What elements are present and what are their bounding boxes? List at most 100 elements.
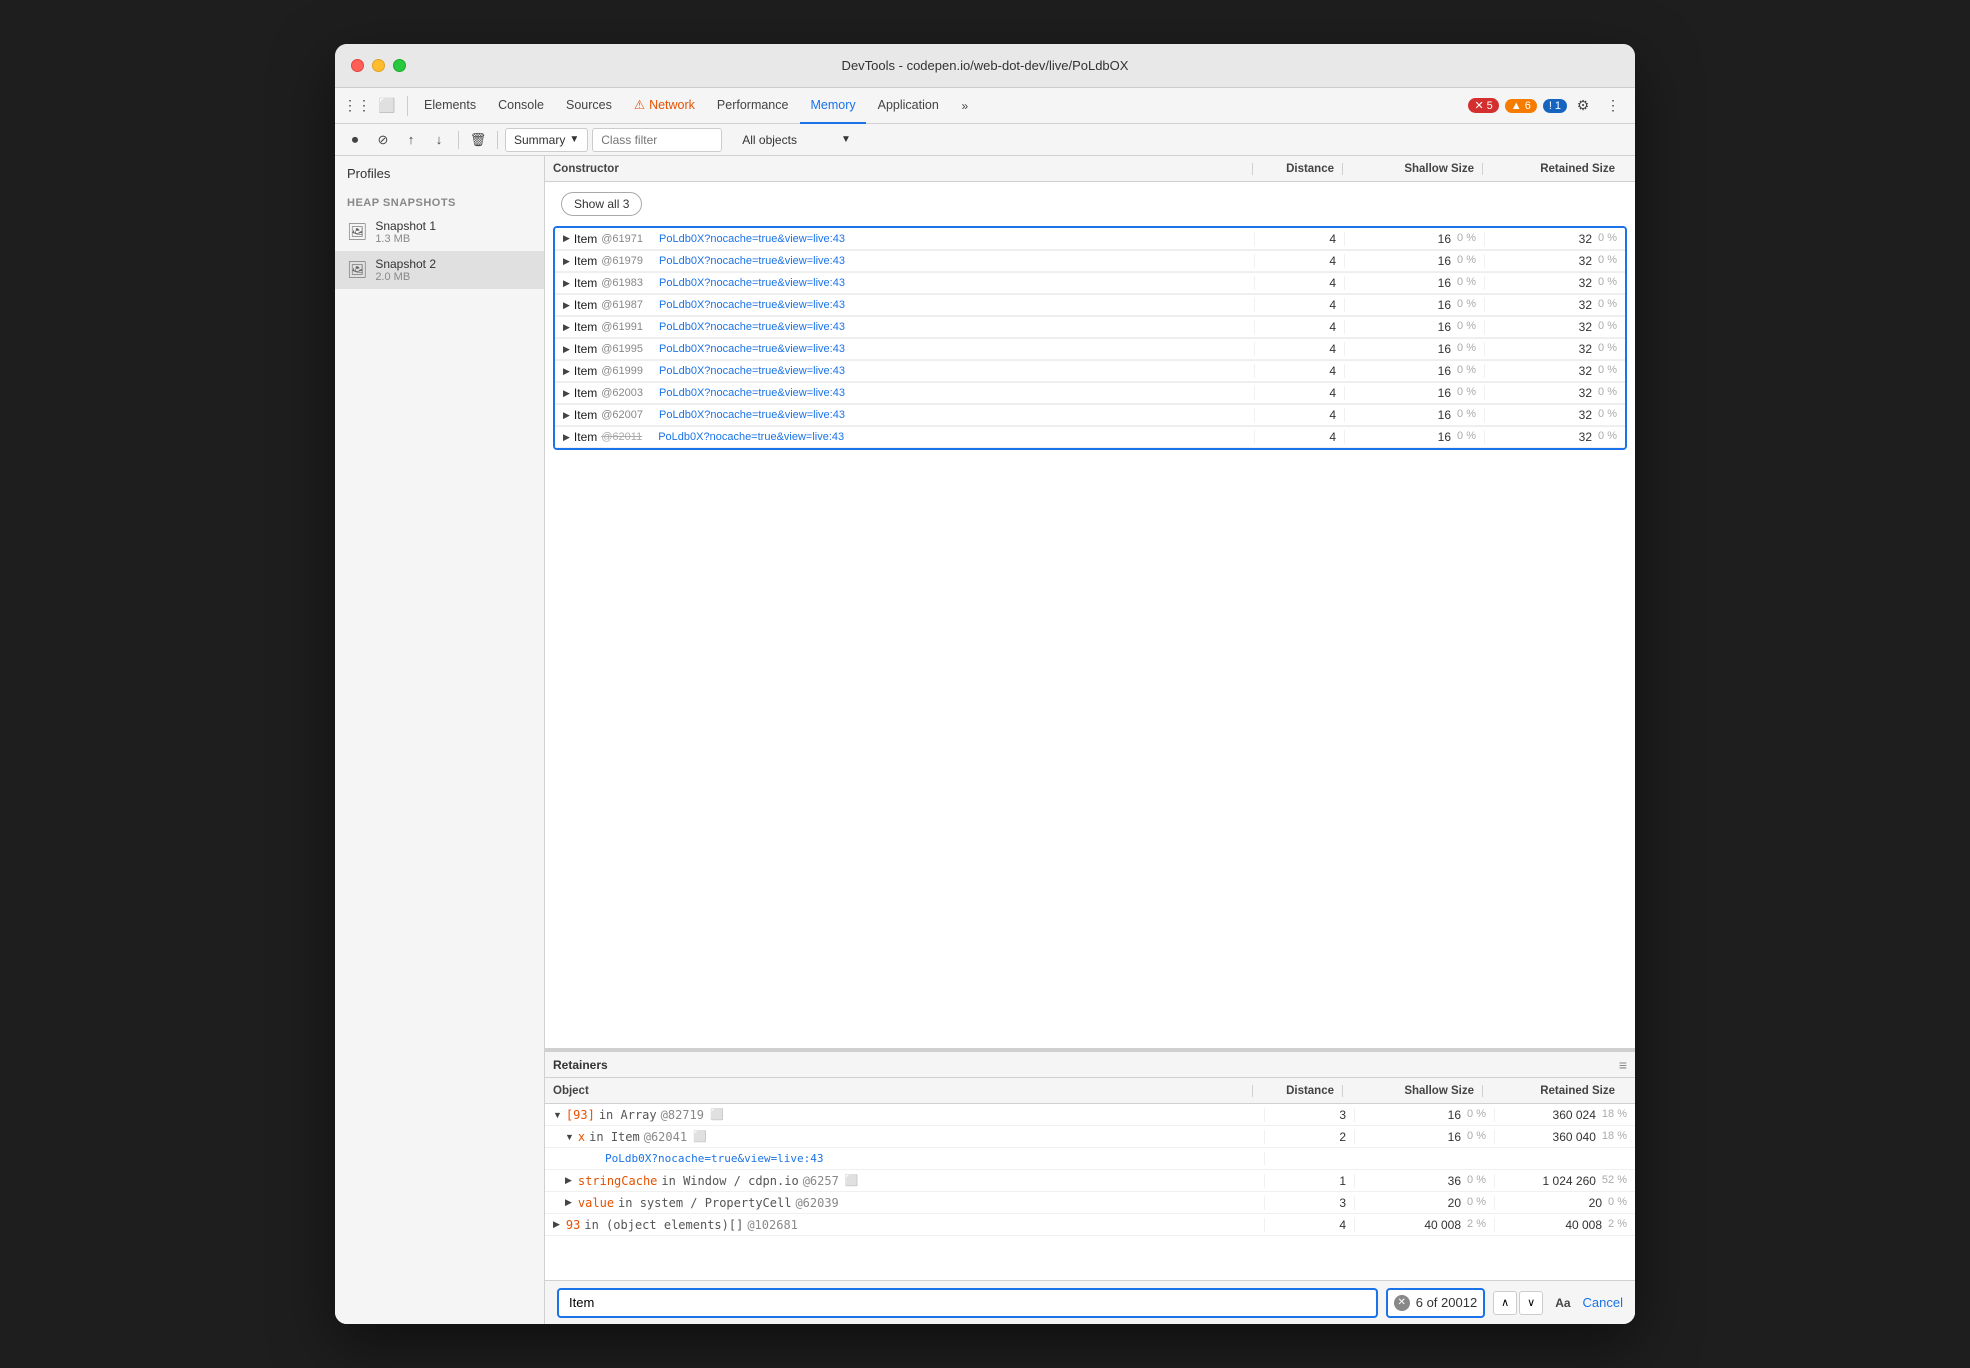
item-link[interactable]: PoLdb0X?nocache=true&view=live:43: [659, 343, 845, 355]
delete-button[interactable]: 🗑: [466, 128, 490, 152]
clear-search-button[interactable]: ✕: [1394, 1295, 1410, 1311]
table-row[interactable]: ▶ Item @62003 PoLdb0X?nocache=true&view=…: [555, 382, 1625, 404]
summary-dropdown[interactable]: Summary ▼: [505, 128, 588, 152]
expand-icon[interactable]: ▶: [563, 256, 570, 267]
row-constructor-cell: ▶ Item @62011 PoLdb0X?nocache=true&view=…: [555, 430, 1255, 444]
retainers-table-header: Object Distance Shallow Size Retained Si…: [545, 1078, 1635, 1104]
maximize-button[interactable]: [393, 59, 406, 72]
show-all-button[interactable]: Show all 3: [561, 192, 642, 216]
item-id: @61979: [601, 255, 643, 267]
cursor-icon[interactable]: ⋮⋮: [343, 92, 371, 120]
retainer-row[interactable]: ▶ value in system / PropertyCell @62039 …: [545, 1192, 1635, 1214]
item-link[interactable]: PoLdb0X?nocache=true&view=live:43: [659, 409, 845, 421]
item-label: Item: [574, 430, 597, 444]
item-link[interactable]: PoLdb0X?nocache=true&view=live:43: [659, 277, 845, 289]
expand-icon[interactable]: ▼: [553, 1110, 562, 1120]
retainer-row[interactable]: ▶ stringCache in Window / cdpn.io @6257 …: [545, 1170, 1635, 1192]
tab-elements[interactable]: Elements: [414, 88, 486, 124]
expand-icon[interactable]: ▶: [563, 410, 570, 421]
expand-icon[interactable]: ▶: [563, 344, 570, 355]
snapshot-1-item[interactable]: 🖼 Snapshot 1 1.3 MB: [335, 213, 544, 251]
expand-icon[interactable]: ▶: [563, 388, 570, 399]
row-retained-cell: 320 %: [1485, 276, 1625, 290]
expand-icon[interactable]: ▶: [553, 1219, 560, 1230]
download-button[interactable]: ↓: [427, 128, 451, 152]
expand-icon[interactable]: ▼: [565, 1132, 574, 1142]
minimize-button[interactable]: [372, 59, 385, 72]
table-row[interactable]: ▶ Item @61983 PoLdb0X?nocache=true&view=…: [555, 272, 1625, 294]
row-retained-cell: 320 %: [1485, 364, 1625, 378]
item-link[interactable]: PoLdb0X?nocache=true&view=live:43: [659, 365, 845, 377]
expand-icon[interactable]: ▶: [563, 233, 570, 244]
more-tabs-icon[interactable]: »: [951, 92, 979, 120]
traffic-lights: [351, 59, 406, 72]
match-case-button[interactable]: Aa: [1551, 1294, 1574, 1312]
tab-sources[interactable]: Sources: [556, 88, 622, 124]
retainers-retained-header: Retained Size: [1483, 1085, 1623, 1097]
info-badge[interactable]: ! 1: [1543, 99, 1567, 113]
tab-console[interactable]: Console: [488, 88, 554, 124]
retainer-row[interactable]: PoLdb0X?nocache=true&view=live:43: [545, 1148, 1635, 1170]
item-id: @62007: [601, 409, 643, 421]
clear-button[interactable]: ⊘: [371, 128, 395, 152]
tab-application[interactable]: Application: [868, 88, 949, 124]
all-objects-dropdown[interactable]: All objects ▼: [734, 128, 859, 152]
shallow-size-column-header: Shallow Size: [1343, 163, 1483, 175]
inspect-icon[interactable]: ⬜: [373, 92, 401, 120]
table-row[interactable]: ▶ Item @61991 PoLdb0X?nocache=true&view=…: [555, 316, 1625, 338]
expand-icon[interactable]: ▶: [563, 278, 570, 289]
expand-icon[interactable]: ▶: [563, 366, 570, 377]
item-id: @61983: [601, 277, 643, 289]
all-objects-chevron-icon: ▼: [841, 134, 851, 145]
table-row[interactable]: ▶ Item @62011 PoLdb0X?nocache=true&view=…: [555, 426, 1625, 448]
snapshot-2-item[interactable]: 🖼 Snapshot 2 2.0 MB: [335, 251, 544, 289]
item-link[interactable]: PoLdb0X?nocache=true&view=live:43: [659, 299, 845, 311]
retainers-menu-icon[interactable]: ≡: [1619, 1057, 1627, 1073]
item-link[interactable]: PoLdb0X?nocache=true&view=live:43: [659, 255, 845, 267]
retainer-distance-cell: 2: [1265, 1130, 1355, 1144]
row-distance-cell: 4: [1255, 408, 1345, 422]
tab-memory[interactable]: Memory: [800, 88, 865, 124]
table-row[interactable]: ▶ Item @61987 PoLdb0X?nocache=true&view=…: [555, 294, 1625, 316]
table-row[interactable]: ▶ Item @61999 PoLdb0X?nocache=true&view=…: [555, 360, 1625, 382]
table-row[interactable]: ▶ Item @62007 PoLdb0X?nocache=true&view=…: [555, 404, 1625, 426]
search-cancel-button[interactable]: Cancel: [1583, 1295, 1623, 1310]
more-options-icon[interactable]: ⋮: [1599, 92, 1627, 120]
search-prev-button[interactable]: ∧: [1493, 1291, 1517, 1315]
retainer-distance-cell: 1: [1265, 1174, 1355, 1188]
row-shallow-cell: 160 %: [1345, 320, 1485, 334]
snapshot-1-info: Snapshot 1 1.3 MB: [375, 219, 532, 245]
table-row[interactable]: ▶ Item @61995 PoLdb0X?nocache=true&view=…: [555, 338, 1625, 360]
expand-icon[interactable]: ▶: [565, 1175, 572, 1186]
expand-icon[interactable]: ▶: [563, 300, 570, 311]
row-distance-cell: 4: [1255, 386, 1345, 400]
table-row[interactable]: ▶ Item @61979 PoLdb0X?nocache=true&view=…: [555, 250, 1625, 272]
search-input[interactable]: [557, 1288, 1378, 1318]
tab-performance[interactable]: Performance: [707, 88, 799, 124]
item-link[interactable]: PoLdb0X?nocache=true&view=live:43: [659, 321, 845, 333]
expand-icon[interactable]: ▶: [563, 432, 570, 443]
table-row[interactable]: ▶ Item @61971 PoLdb0X?nocache=true&view=…: [555, 228, 1625, 250]
retainer-link[interactable]: PoLdb0X?nocache=true&view=live:43: [605, 1152, 824, 1165]
row-retained-cell: 320 %: [1485, 430, 1625, 444]
error-badge[interactable]: ✕ 5: [1468, 98, 1498, 113]
retainer-context: in Window / cdpn.io: [661, 1174, 798, 1188]
tab-network[interactable]: ⚠ Network: [624, 88, 705, 124]
item-link[interactable]: PoLdb0X?nocache=true&view=live:43: [659, 233, 845, 245]
record-button[interactable]: ⏺: [343, 128, 367, 152]
retainer-row[interactable]: ▶ 93 in (object elements)[] @102681 4 40…: [545, 1214, 1635, 1236]
retainer-object-cell: ▶ 93 in (object elements)[] @102681: [545, 1218, 1265, 1232]
expand-icon[interactable]: ▶: [565, 1197, 572, 1208]
retainer-row[interactable]: ▼ x in Item @62041 ⬜ 2 160 % 360 04018 %: [545, 1126, 1635, 1148]
retainer-row[interactable]: ▼ [93] in Array @82719 ⬜ 3 160 % 360 024…: [545, 1104, 1635, 1126]
settings-icon[interactable]: ⚙: [1569, 92, 1597, 120]
warning-badge[interactable]: ▲ 6: [1505, 99, 1537, 113]
item-link[interactable]: PoLdb0X?nocache=true&view=live:43: [658, 431, 844, 443]
expand-icon[interactable]: ▶: [563, 322, 570, 333]
search-next-button[interactable]: ∨: [1519, 1291, 1543, 1315]
class-filter-input[interactable]: [592, 128, 722, 152]
close-button[interactable]: [351, 59, 364, 72]
upload-button[interactable]: ↑: [399, 128, 423, 152]
retainers-shallow-header: Shallow Size: [1343, 1085, 1483, 1097]
item-link[interactable]: PoLdb0X?nocache=true&view=live:43: [659, 387, 845, 399]
